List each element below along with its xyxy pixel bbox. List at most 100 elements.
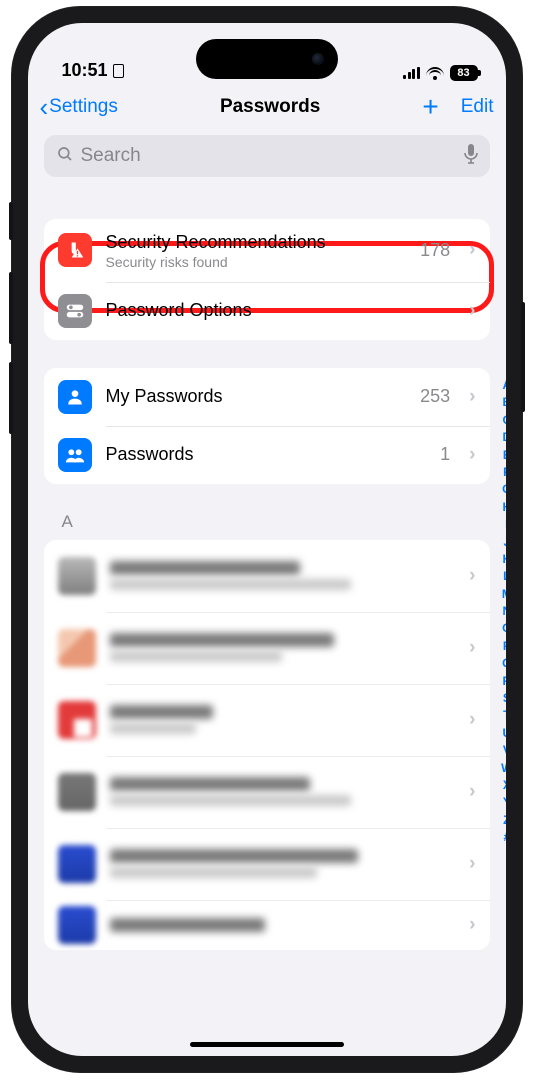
list-item[interactable]: › [44,684,490,756]
index-letter[interactable]: N [501,603,505,620]
index-bar[interactable]: ABCDEFGHIJKLMNOPQRSTUVWXYZ# [501,377,505,847]
index-letter[interactable]: J [501,534,505,551]
row-subtitle: Security risks found [106,254,407,270]
people-icon [58,438,92,472]
row-title: Password Options [106,299,456,322]
index-letter[interactable]: A [501,377,505,394]
row-title: Passwords [106,443,427,466]
index-letter[interactable]: M [501,586,505,603]
add-button[interactable]: + [422,93,438,121]
index-letter[interactable]: T [501,707,505,724]
signal-icon [403,67,420,79]
item-thumbnail [58,773,96,811]
side-button [9,362,13,434]
chevron-right-icon: › [469,444,475,466]
index-letter[interactable]: W [501,760,505,777]
page-title: Passwords [220,96,320,118]
status-right: 83 [403,65,478,81]
index-letter[interactable]: G [501,481,505,498]
sim-icon [113,64,124,78]
list-item[interactable]: › [44,612,490,684]
wifi-icon [426,67,444,80]
search-input[interactable]: Search [44,135,490,177]
home-indicator[interactable] [190,1042,344,1047]
content: Security Recommendations Security risks … [28,219,506,950]
status-left: 10:51 [62,60,124,81]
search-placeholder: Search [81,145,457,167]
security-recommendations-row[interactable]: Security Recommendations Security risks … [44,219,490,282]
chevron-right-icon: › [469,853,475,875]
index-letter[interactable]: U [501,725,505,742]
list-item[interactable]: › [44,828,490,900]
index-letter[interactable]: V [501,742,505,759]
item-thumbnail [58,906,96,944]
battery-icon: 83 [450,65,478,81]
chevron-right-icon: › [469,565,475,587]
group-passwords: My Passwords 253 › Passwords [44,368,490,484]
back-button[interactable]: ‹ Settings [40,94,118,120]
screen: 10:51 83 ‹ Settings Passwords [28,23,506,1056]
chevron-right-icon: › [469,914,475,936]
group-primary: Security Recommendations Security risks … [44,219,490,340]
index-letter[interactable]: R [501,673,505,690]
chevron-right-icon: › [469,239,475,261]
person-icon [58,380,92,414]
item-thumbnail [58,557,96,595]
index-letter[interactable]: S [501,690,505,707]
chevron-right-icon: › [469,386,475,408]
chevron-left-icon: ‹ [40,94,49,120]
camera-dot [312,53,324,65]
row-count: 253 [420,386,450,407]
chevron-right-icon: › [469,637,475,659]
chevron-right-icon: › [469,709,475,731]
index-letter[interactable]: I [501,516,505,533]
side-button [9,272,13,344]
password-options-row[interactable]: Password Options › [44,282,490,340]
item-thumbnail [58,845,96,883]
nav-bar: ‹ Settings Passwords + Edit [28,83,506,131]
index-letter[interactable]: H [501,499,505,516]
item-thumbnail [58,701,96,739]
row-title: My Passwords [106,385,407,408]
search-icon [56,145,74,168]
section-header-a: A [44,512,490,532]
back-label: Settings [49,96,118,118]
chevron-right-icon: › [469,781,475,803]
index-letter[interactable]: # [501,829,505,846]
index-letter[interactable]: B [501,394,505,411]
side-button [9,202,13,240]
row-count: 1 [440,444,450,465]
battery-level: 83 [457,67,469,79]
chevron-right-icon: › [469,300,475,322]
index-letter[interactable]: F [501,464,505,481]
list-item[interactable]: › [44,756,490,828]
index-letter[interactable]: Q [501,655,505,672]
edit-button[interactable]: Edit [461,96,494,118]
toggles-icon [58,294,92,328]
index-letter[interactable]: C [501,412,505,429]
row-title: Security Recommendations [106,231,407,254]
dynamic-island [196,39,338,79]
list-item[interactable]: › [44,540,490,612]
phone-frame: 10:51 83 ‹ Settings Passwords [12,7,522,1072]
shield-alert-icon [58,233,92,267]
list-item[interactable]: › [44,900,490,950]
row-count: 178 [420,240,450,261]
status-time: 10:51 [62,60,108,81]
index-letter[interactable]: E [501,447,505,464]
item-thumbnail [58,629,96,667]
index-letter[interactable]: P [501,638,505,655]
password-list: › › › [44,540,490,950]
my-passwords-row[interactable]: My Passwords 253 › [44,368,490,426]
passwords-row[interactable]: Passwords 1 › [44,426,490,484]
index-letter[interactable]: L [501,568,505,585]
index-letter[interactable]: Y [501,794,505,811]
index-letter[interactable]: X [501,777,505,794]
search-wrap: Search [28,131,506,191]
index-letter[interactable]: O [501,620,505,637]
index-letter[interactable]: Z [501,812,505,829]
index-letter[interactable]: D [501,429,505,446]
mic-icon[interactable] [464,144,478,169]
side-button [521,302,525,412]
index-letter[interactable]: K [501,551,505,568]
